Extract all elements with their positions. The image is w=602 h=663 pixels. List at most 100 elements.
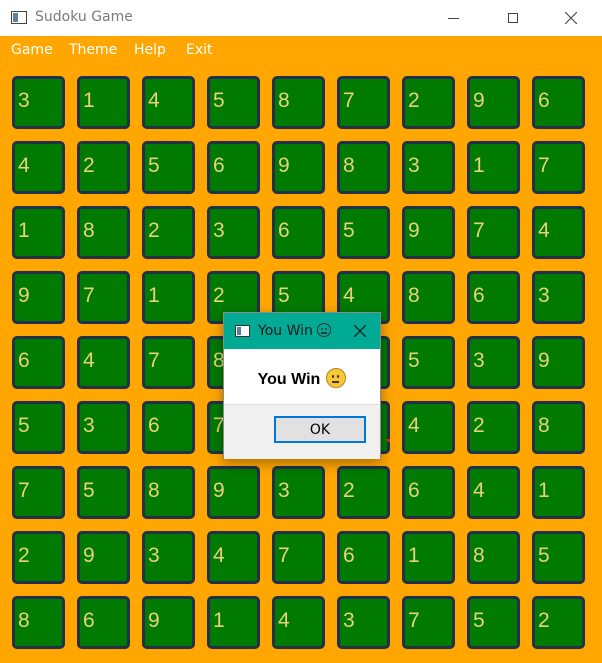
sudoku-cell[interactable]: 3 (337, 596, 390, 649)
sudoku-cell[interactable]: 2 (532, 596, 585, 649)
sudoku-cell[interactable]: 9 (272, 141, 325, 194)
sudoku-cell[interactable]: 7 (402, 596, 455, 649)
sudoku-cell[interactable]: 4 (272, 596, 325, 649)
maximize-button[interactable] (490, 0, 536, 36)
sudoku-cell[interactable]: 1 (142, 271, 195, 324)
sudoku-cell[interactable]: 5 (532, 531, 585, 584)
sudoku-cell[interactable]: 9 (467, 76, 520, 129)
cell-digit: 9 (408, 219, 420, 242)
sudoku-cell[interactable]: 8 (142, 466, 195, 519)
menu-game[interactable]: Game (11, 42, 53, 58)
cell-digit: 8 (148, 479, 160, 502)
menu-theme[interactable]: Theme (69, 42, 117, 58)
cell-digit: 3 (213, 219, 225, 242)
sudoku-cell[interactable]: 9 (402, 206, 455, 259)
sudoku-cell[interactable]: 1 (12, 206, 65, 259)
sudoku-cell[interactable]: 9 (532, 336, 585, 389)
sudoku-cell[interactable]: 1 (467, 141, 520, 194)
sudoku-cell[interactable]: 4 (207, 531, 260, 584)
minimize-button[interactable] (430, 0, 476, 36)
sudoku-cell[interactable]: 5 (12, 401, 65, 454)
sudoku-cell[interactable]: 2 (77, 141, 130, 194)
sudoku-cell[interactable]: 8 (77, 206, 130, 259)
sudoku-cell[interactable]: 4 (532, 206, 585, 259)
sudoku-cell[interactable]: 8 (532, 401, 585, 454)
sudoku-cell[interactable]: 7 (532, 141, 585, 194)
sudoku-cell[interactable]: 6 (272, 206, 325, 259)
sudoku-cell[interactable]: 3 (532, 271, 585, 324)
sudoku-cell[interactable]: 4 (402, 401, 455, 454)
ok-button[interactable]: OK (274, 416, 366, 443)
sudoku-cell[interactable]: 3 (207, 206, 260, 259)
sudoku-cell[interactable]: 2 (12, 531, 65, 584)
sudoku-cell[interactable]: 4 (77, 336, 130, 389)
sudoku-cell[interactable]: 7 (337, 76, 390, 129)
sudoku-cell[interactable]: 6 (402, 466, 455, 519)
sudoku-cell[interactable]: 9 (142, 596, 195, 649)
cell-digit: 7 (408, 609, 420, 632)
sudoku-cell[interactable]: 5 (467, 596, 520, 649)
sudoku-cell[interactable]: 2 (467, 401, 520, 454)
sudoku-cell[interactable]: 7 (12, 466, 65, 519)
dialog-close-button[interactable] (350, 321, 370, 341)
menu-help[interactable]: Help (134, 42, 166, 58)
sudoku-cell[interactable]: 4 (12, 141, 65, 194)
sudoku-cell[interactable]: 8 (337, 141, 390, 194)
cell-digit: 8 (473, 544, 485, 567)
sudoku-cell[interactable]: 7 (272, 531, 325, 584)
sudoku-cell[interactable]: 8 (467, 531, 520, 584)
neutral-face-icon (316, 323, 331, 337)
cell-digit: 2 (18, 544, 30, 567)
cell-digit: 3 (408, 154, 420, 177)
cell-digit: 1 (213, 609, 225, 632)
sudoku-cell[interactable]: 4 (467, 466, 520, 519)
sudoku-cell[interactable]: 6 (207, 141, 260, 194)
cell-digit: 5 (213, 89, 225, 112)
sudoku-cell[interactable]: 7 (77, 271, 130, 324)
sudoku-cell[interactable]: 7 (142, 336, 195, 389)
sudoku-cell[interactable]: 1 (207, 596, 260, 649)
cell-digit: 9 (538, 349, 550, 372)
sudoku-cell[interactable]: 6 (12, 336, 65, 389)
dialog-window-icon (235, 325, 250, 337)
sudoku-cell[interactable]: 6 (77, 596, 130, 649)
sudoku-cell[interactable]: 3 (467, 336, 520, 389)
close-button[interactable] (548, 0, 594, 36)
sudoku-cell[interactable]: 9 (12, 271, 65, 324)
sudoku-cell[interactable]: 3 (142, 531, 195, 584)
sudoku-cell[interactable]: 6 (532, 76, 585, 129)
dialog-message: You Win (224, 368, 380, 389)
cell-digit: 7 (148, 349, 160, 372)
sudoku-cell[interactable]: 5 (142, 141, 195, 194)
sudoku-cell[interactable]: 3 (272, 466, 325, 519)
sudoku-cell[interactable]: 9 (207, 466, 260, 519)
sudoku-cell[interactable]: 1 (402, 531, 455, 584)
sudoku-cell[interactable]: 7 (467, 206, 520, 259)
sudoku-cell[interactable]: 5 (337, 206, 390, 259)
sudoku-cell[interactable]: 5 (402, 336, 455, 389)
sudoku-cell[interactable]: 3 (402, 141, 455, 194)
sudoku-cell[interactable]: 6 (337, 531, 390, 584)
sudoku-cell[interactable]: 3 (77, 401, 130, 454)
sudoku-cell[interactable]: 1 (532, 466, 585, 519)
menu-exit[interactable]: Exit (186, 42, 213, 58)
sudoku-cell[interactable]: 6 (467, 271, 520, 324)
sudoku-cell[interactable]: 4 (142, 76, 195, 129)
sudoku-cell[interactable]: 5 (207, 76, 260, 129)
sudoku-cell[interactable]: 2 (142, 206, 195, 259)
sudoku-cell[interactable]: 9 (77, 531, 130, 584)
sudoku-cell[interactable]: 8 (12, 596, 65, 649)
sudoku-cell[interactable]: 2 (402, 76, 455, 129)
sudoku-cell[interactable]: 8 (402, 271, 455, 324)
sudoku-cell[interactable]: 1 (77, 76, 130, 129)
cell-digit: 4 (408, 414, 420, 437)
sudoku-cell[interactable]: 5 (77, 466, 130, 519)
cell-digit: 4 (278, 609, 290, 632)
cell-digit: 8 (343, 154, 355, 177)
sudoku-cell[interactable]: 6 (142, 401, 195, 454)
sudoku-cell[interactable]: 8 (272, 76, 325, 129)
cell-digit: 8 (278, 89, 290, 112)
sudoku-cell[interactable]: 2 (337, 466, 390, 519)
cell-digit: 9 (18, 284, 30, 307)
sudoku-cell[interactable]: 3 (12, 76, 65, 129)
